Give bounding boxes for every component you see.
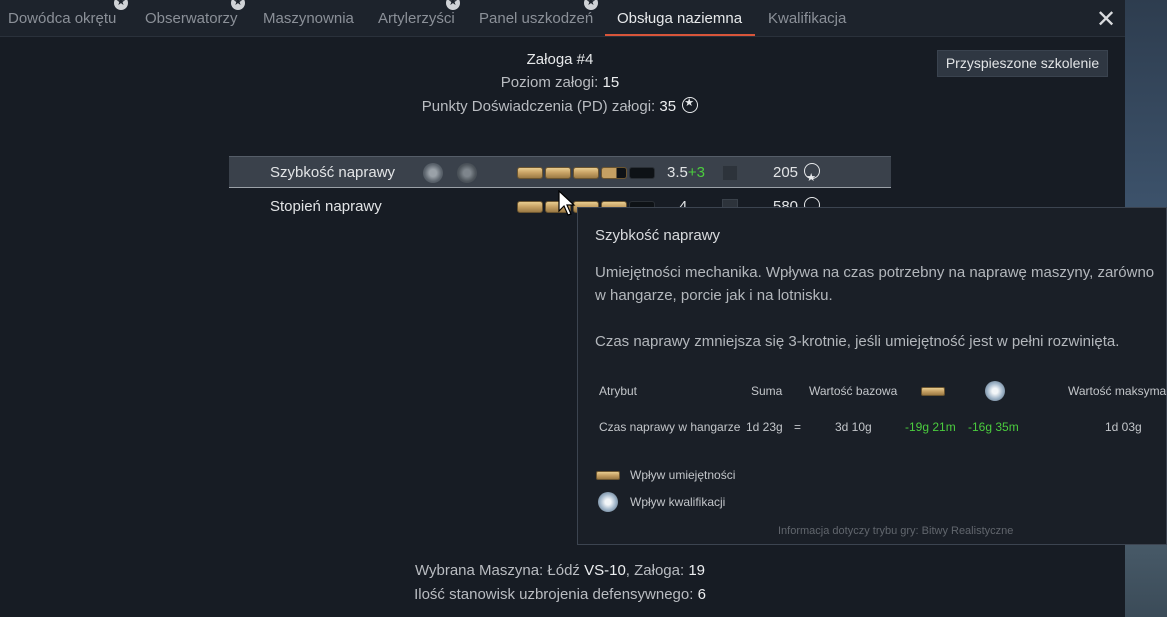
crew-tabs: Dowódca okrętu Obserwatorzy Maszynownia …: [0, 0, 1125, 37]
tab-qualification[interactable]: Kwalifikacja: [768, 0, 846, 37]
increase-skill-button[interactable]: [722, 165, 738, 181]
crew-count-value: 19: [688, 562, 706, 579]
table-cell-base: 3d 10g: [835, 420, 872, 434]
crew-count-label: , Załoga:: [625, 562, 685, 579]
table-header-sum: Suma: [751, 384, 783, 398]
skill-effect-bar-icon: [921, 387, 945, 396]
tab-badge-icon: [444, 0, 462, 12]
tab-badge-icon: [582, 0, 600, 12]
crew-level-value: 15: [602, 74, 620, 91]
experience-points-icon: [682, 96, 699, 113]
tab-gunners[interactable]: Artylerzyści: [378, 0, 455, 37]
qualification-star-icon: [985, 381, 1005, 401]
table-cell-attribute: Czas naprawy w hangarze: [599, 420, 741, 434]
tab-damage-control[interactable]: Panel uszkodzeń: [479, 0, 593, 37]
skill-name: Szybkość naprawy: [270, 164, 396, 181]
tab-ground-service[interactable]: Obsługa naziemna: [617, 0, 742, 37]
vehicle-name: VS-10: [584, 562, 626, 579]
table-header-base: Wartość bazowa: [809, 384, 898, 398]
experience-points-icon: [804, 162, 821, 194]
selected-vehicle-info: Wybrana Maszyna: Łódź VS-10, Załoga: 19: [300, 562, 820, 579]
defensive-turrets-info: Ilość stanowisk uzbrojenia defensywnego:…: [300, 586, 820, 603]
bar-segment: [573, 167, 599, 179]
legend-skill-label: Wpływ umiejętności: [630, 468, 736, 482]
crew-points-label: Punkty Doświadczenia (PD) załogi:: [421, 98, 656, 115]
tab-badge-icon: [112, 0, 130, 12]
tooltip-footer: Informacja dotyczy trybu gry: Bitwy Real…: [778, 525, 1014, 537]
table-cell-qualification-effect: -16g 35m: [968, 420, 1019, 434]
tab-observers[interactable]: Obserwatorzy: [145, 0, 238, 37]
skill-value: 3.5+3: [667, 157, 705, 189]
skill-name: Stopień naprawy: [270, 198, 382, 215]
tab-badge-icon: [229, 0, 247, 12]
bar-segment: [517, 167, 543, 179]
table-cell-equals: =: [794, 420, 802, 434]
table-cell-skill-effect: -19g 21m: [905, 420, 956, 434]
crew-title: Załoga #4: [526, 51, 594, 68]
vehicle-label: Wybrana Maszyna: Łódź: [414, 562, 580, 579]
skill-level-bar[interactable]: [517, 167, 657, 179]
legend-qualification-label: Wpływ kwalifikacji: [630, 495, 726, 509]
crew-points-value: 35: [659, 98, 677, 115]
skill-effect-legend-icon: [596, 471, 620, 480]
crew-points: Punkty Doświadczenia (PD) załogi: 35: [360, 96, 760, 115]
tooltip-note: Czas naprawy zmniejsza się 3-krotnie, je…: [595, 333, 1120, 350]
tooltip-description: Umiejętności mechanika. Wpływa na czas p…: [595, 264, 1155, 304]
crew-level: Poziom załogi: 15: [360, 74, 760, 91]
skill-value-base: 3.5: [667, 164, 688, 181]
table-header-max: Wartość maksymal: [1068, 384, 1167, 398]
close-icon[interactable]: ✕: [1093, 6, 1119, 32]
skill-tooltip: Szybkość naprawy Umiejętności mechanika.…: [577, 207, 1167, 545]
qualification-legend-icon: [598, 492, 618, 512]
skill-row-repair-speed[interactable]: Szybkość naprawy 3.5+3 205: [229, 156, 891, 194]
turrets-label: Ilość stanowisk uzbrojenia defensywnego:: [414, 586, 694, 603]
bar-segment: [545, 167, 571, 179]
skill-cost-value: 205: [773, 164, 799, 181]
table-cell-sum: 1d 23g: [746, 420, 783, 434]
bar-segment: [629, 167, 655, 179]
skill-cost: 205: [773, 157, 821, 194]
tab-ship-commander[interactable]: Dowódca okrętu: [8, 0, 116, 37]
skill-value-bonus: +3: [687, 164, 705, 181]
qualification-star-icon: [457, 163, 477, 183]
table-cell-max: 1d 03g: [1105, 420, 1142, 434]
tooltip-title: Szybkość naprawy: [595, 227, 721, 244]
bar-segment: [601, 167, 627, 179]
turrets-value: 6: [697, 586, 706, 603]
active-tab-underline: [605, 34, 755, 36]
bar-segment: [517, 201, 543, 213]
mouse-cursor-icon: [558, 190, 576, 216]
qualification-gear-icon: [423, 163, 443, 183]
accelerated-training-button[interactable]: Przyspieszone szkolenie: [937, 50, 1108, 77]
tab-engine-room[interactable]: Maszynownia: [263, 0, 354, 37]
crew-level-label: Poziom załogi:: [500, 74, 599, 91]
table-header-attribute: Atrybut: [599, 384, 638, 398]
